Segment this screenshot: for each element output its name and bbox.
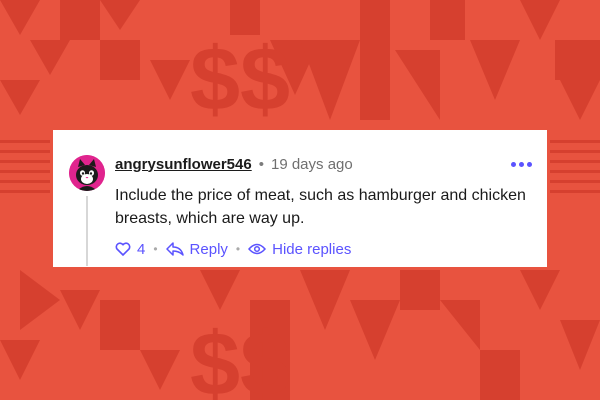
- comment-body: Include the price of meat, such as hambu…: [115, 187, 526, 227]
- upvote-button[interactable]: 4: [115, 241, 145, 258]
- hide-replies-label: Hide replies: [272, 240, 352, 258]
- header-separator: •: [258, 155, 264, 173]
- upvote-count: 4: [137, 240, 146, 258]
- action-separator: •: [235, 242, 241, 256]
- comment-actions: 4 • Reply • Hide replies: [115, 240, 351, 258]
- action-separator: •: [153, 242, 158, 256]
- eye-icon: [248, 243, 267, 255]
- svg-text:$$: $$: [190, 315, 290, 400]
- reply-arrow-icon: [165, 242, 184, 256]
- cat-avatar-icon: [69, 155, 105, 191]
- avatar[interactable]: [69, 155, 105, 191]
- more-options-icon[interactable]: [511, 158, 535, 170]
- reply-label: Reply: [189, 240, 228, 258]
- comment-header: angrysunflower546 • 19 days ago: [115, 154, 353, 174]
- heart-icon: [115, 242, 131, 256]
- reply-button[interactable]: Reply: [165, 240, 228, 258]
- timestamp[interactable]: 19 days ago: [271, 156, 353, 173]
- svg-text:$$: $$: [190, 30, 290, 130]
- hide-replies-button[interactable]: Hide replies: [248, 241, 351, 258]
- thread-line: [86, 196, 88, 266]
- username-link[interactable]: angrysunflower546: [115, 156, 252, 173]
